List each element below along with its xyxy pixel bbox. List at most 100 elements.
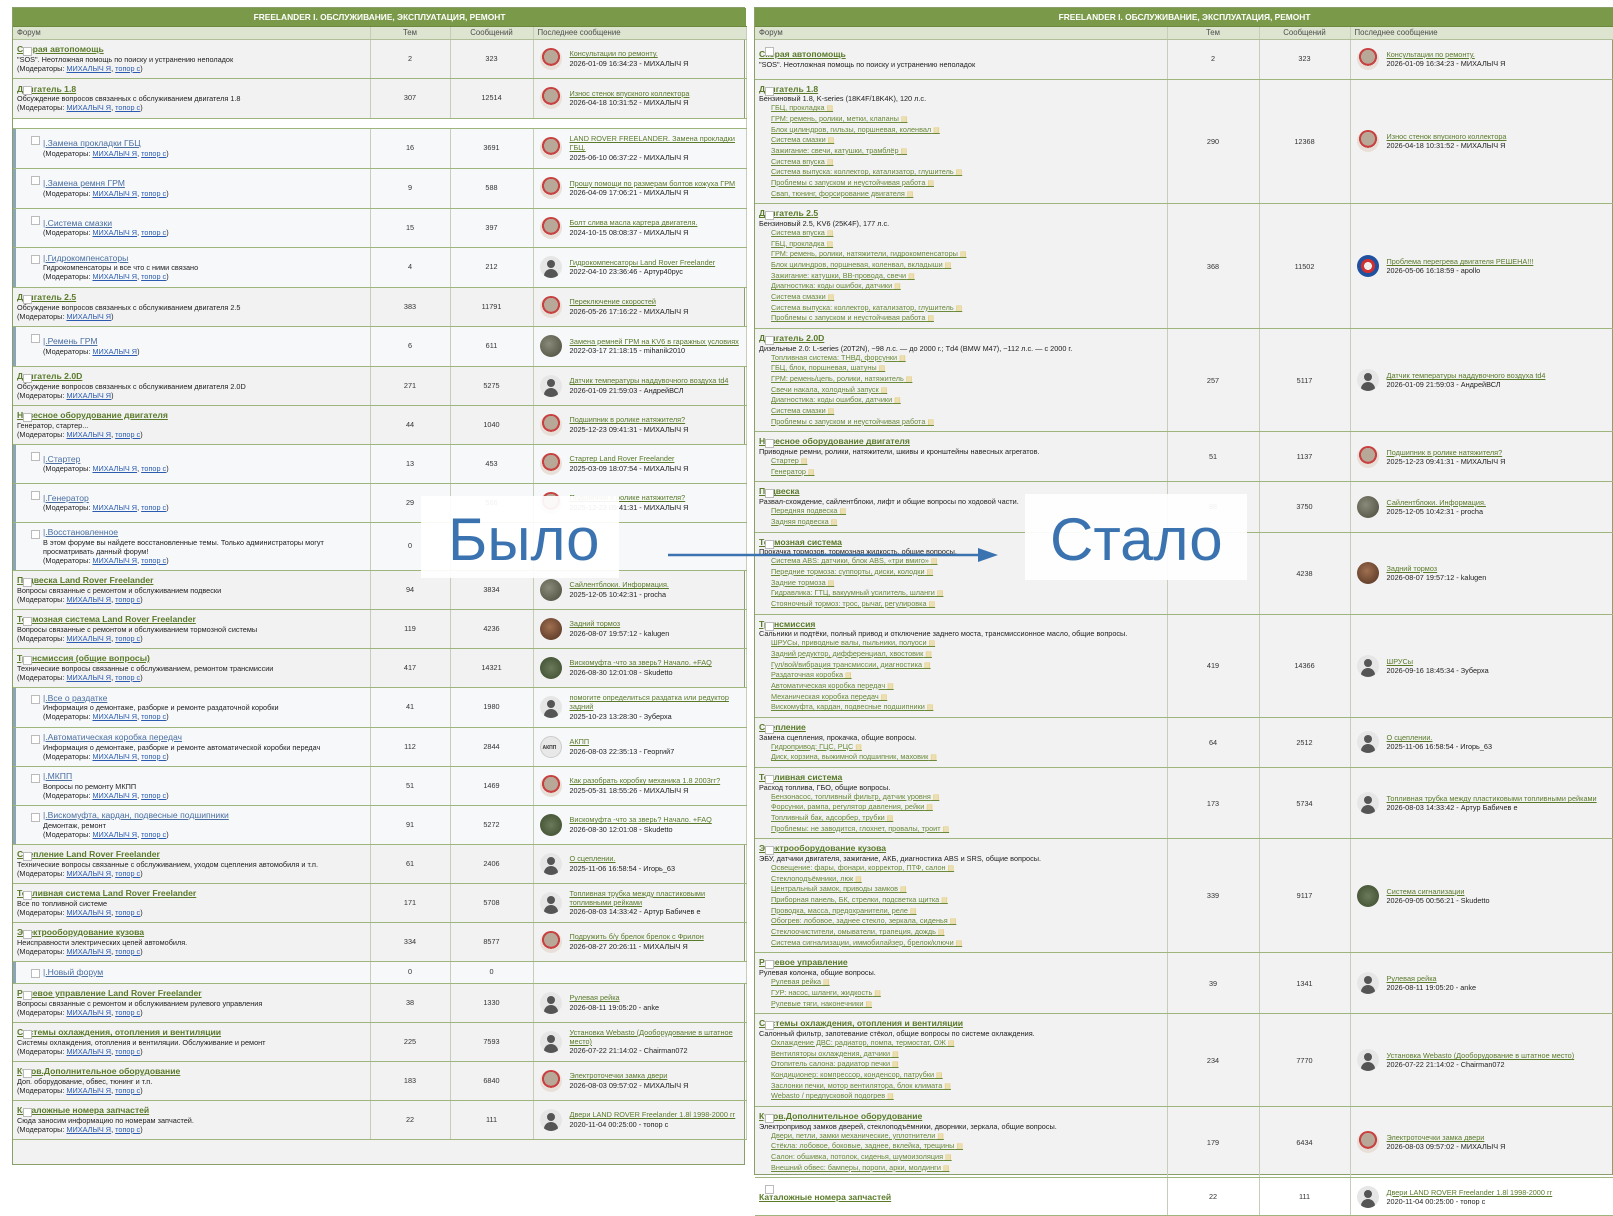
subforum-link[interactable]: Зажигание: катушки, ВВ-провода, свечи xyxy=(759,271,1163,282)
last-post-link[interactable]: Консультации по ремонту. xyxy=(1387,50,1611,59)
avatar[interactable] xyxy=(539,1069,562,1092)
subforum-link[interactable]: ШРУСы, приводные валы, пыльники, полуоси xyxy=(759,638,1163,649)
avatar[interactable] xyxy=(539,813,562,836)
subforum-link[interactable]: Система впуска xyxy=(759,157,1163,168)
subforum-link[interactable]: Блок цилиндров, гильзы, поршневая, колен… xyxy=(759,125,1163,136)
forum-checkbox[interactable] xyxy=(23,1068,32,1078)
forum-title-link[interactable]: |.Все о раздатке xyxy=(43,693,107,703)
avatar[interactable] xyxy=(539,177,562,199)
last-post-link[interactable]: Датчик температуры наддувочного воздуха … xyxy=(1387,371,1611,380)
moderator-link[interactable]: топор с xyxy=(141,830,166,839)
moderator-link[interactable]: МИХАЛЫЧ Я xyxy=(66,1008,111,1017)
last-post-link[interactable]: Сайлентблоки. Информация. xyxy=(570,580,743,589)
subforum-link[interactable]: ГРМ: ремень/цепь, ролики, натяжитель xyxy=(759,374,1163,385)
forum-checkbox[interactable] xyxy=(23,294,32,304)
moderator-link[interactable]: топор с xyxy=(115,595,140,604)
subforum-link[interactable]: Стёкла: лобовое, боковые, заднее, вклейк… xyxy=(759,1141,1163,1152)
subforum-link[interactable]: Гул/вой/вибрация трансмиссии, диагностик… xyxy=(759,660,1163,671)
forum-title-link[interactable]: Сцепление Land Rover Freelander xyxy=(17,849,160,859)
moderator-link[interactable]: МИХАЛЫЧ Я xyxy=(66,869,111,878)
forum-checkbox[interactable] xyxy=(23,890,32,900)
moderator-link[interactable]: МИХАЛЫЧ Я xyxy=(92,272,137,281)
subforum-link[interactable]: Рулевые тяги, наконечники xyxy=(759,999,1163,1010)
avatar[interactable] xyxy=(1356,972,1379,995)
avatar[interactable] xyxy=(539,578,562,601)
moderator-link[interactable]: МИХАЛЫЧ Я xyxy=(66,391,111,400)
subforum-link[interactable]: Проблемы с запуском и неустойчивая работ… xyxy=(759,313,1163,324)
forum-checkbox[interactable] xyxy=(31,254,40,264)
subforum-link[interactable]: Двери, петли, замки механические, уплотн… xyxy=(759,1131,1163,1142)
subforum-link[interactable]: Свечи накала, холодный запуск xyxy=(759,385,1163,396)
avatar[interactable] xyxy=(1356,130,1379,153)
forum-title-link[interactable]: Системы охлаждения, отопления и вентиляц… xyxy=(759,1018,963,1028)
subforum-link[interactable]: Проблемы: не заводится, глохнет, провалы… xyxy=(759,824,1163,835)
moderator-link[interactable]: МИХАЛЫЧ Я xyxy=(66,312,111,321)
forum-title-link[interactable]: |.Ремень ГРМ xyxy=(43,336,98,346)
moderator-link[interactable]: МИХАЛЫЧ Я xyxy=(92,791,137,800)
moderator-link[interactable]: топор с xyxy=(115,869,140,878)
moderator-link[interactable]: топор с xyxy=(115,1086,140,1095)
moderator-link[interactable]: топор с xyxy=(141,503,166,512)
subforum-link[interactable]: Стеклоочистители, омыватели, трапеция, д… xyxy=(759,927,1163,938)
avatar[interactable] xyxy=(539,335,562,357)
subforum-link[interactable]: Автоматическая коробка передач xyxy=(759,681,1163,692)
subforum-link[interactable]: ГУР: насос, шланги, жидкость xyxy=(759,988,1163,999)
avatar[interactable] xyxy=(539,852,562,875)
forum-checkbox[interactable] xyxy=(23,1107,32,1117)
moderator-link[interactable]: топор с xyxy=(141,189,166,198)
last-post-link[interactable]: Вискомуфта -что за зверь? Начало. +FAQ xyxy=(570,815,743,824)
avatar[interactable] xyxy=(1356,562,1379,585)
last-post-link[interactable]: Прошу помощи по размерам болтов кожуха Г… xyxy=(570,179,743,188)
moderator-link[interactable]: топор с xyxy=(141,272,166,281)
last-post-link[interactable]: Подшипник в ролике натяжителя? xyxy=(1387,448,1611,457)
subforum-link[interactable]: Отопитель салона: радиатор печки xyxy=(759,1059,1163,1070)
subforum-link[interactable]: Освещение: фары, фонари, корректор, ПТФ,… xyxy=(759,863,1163,874)
forum-checkbox[interactable] xyxy=(31,215,40,225)
last-post-link[interactable]: Консультации по ремонту. xyxy=(570,49,743,58)
forum-title-link[interactable]: Топливная система Land Rover Freelander xyxy=(17,888,196,898)
avatar[interactable] xyxy=(1356,255,1379,278)
moderator-link[interactable]: топор с xyxy=(141,712,166,721)
avatar[interactable] xyxy=(1356,369,1379,392)
forum-title-link[interactable]: Рулевое управление Land Rover Freelander xyxy=(17,988,202,998)
last-post-link[interactable]: помогите определиться раздатка или редук… xyxy=(570,693,743,711)
moderator-link[interactable]: МИХАЛЫЧ Я xyxy=(92,712,137,721)
last-post-link[interactable]: Двери LAND ROVER Freelander 1.8l 1998-20… xyxy=(1387,1188,1611,1197)
subforum-link[interactable]: Проблемы с запуском и неустойчивая работ… xyxy=(759,178,1163,189)
forum-checkbox[interactable] xyxy=(765,211,774,221)
last-post-link[interactable]: Болт слива масла картера двигателя. xyxy=(570,218,743,227)
last-post-link[interactable]: Износ стенок впускного коллектора xyxy=(1387,132,1611,141)
subforum-link[interactable]: Гидропривод: ГЦС, РЦС xyxy=(759,742,1163,753)
moderator-link[interactable]: МИХАЛЫЧ Я xyxy=(92,503,137,512)
avatar[interactable] xyxy=(1356,884,1379,907)
avatar[interactable] xyxy=(539,735,562,758)
last-post-link[interactable]: Износ стенок впускного коллектора xyxy=(570,89,743,98)
avatar[interactable] xyxy=(539,256,562,278)
moderator-link[interactable]: топор с xyxy=(115,103,140,112)
forum-title-link[interactable]: Каталожные номера запчастей xyxy=(759,1192,891,1202)
avatar[interactable] xyxy=(539,696,562,718)
last-post-link[interactable]: Двери LAND ROVER Freelander 1.8l 1998-20… xyxy=(570,1110,743,1119)
forum-title-link[interactable]: Трансмиссия (общие вопросы) xyxy=(17,653,150,663)
last-post-link[interactable]: Рулевая рейка xyxy=(570,993,743,1002)
forum-checkbox[interactable] xyxy=(31,968,40,978)
forum-checkbox[interactable] xyxy=(765,1113,774,1123)
forum-checkbox[interactable] xyxy=(31,451,40,461)
moderator-link[interactable]: топор с xyxy=(115,908,140,917)
last-post-link[interactable]: О сцеплении. xyxy=(1387,733,1611,742)
moderator-link[interactable]: МИХАЛЫЧ Я xyxy=(92,752,137,761)
forum-checkbox[interactable] xyxy=(23,1029,32,1039)
subforum-link[interactable]: Охлаждение ДВС: радиатор, помпа, термост… xyxy=(759,1038,1163,1049)
forum-checkbox[interactable] xyxy=(31,175,40,185)
last-post-link[interactable]: Подшипник в ролике натяжителя? xyxy=(570,415,743,424)
subforum-link[interactable]: Вентиляторы охлаждения, датчики xyxy=(759,1049,1163,1060)
forum-checkbox[interactable] xyxy=(23,85,32,95)
subforum-link[interactable]: Стояночный тормоз: трос, рычаг, регулиро… xyxy=(759,599,1163,610)
last-post-link[interactable]: Задний тормоз xyxy=(570,619,743,628)
forum-checkbox[interactable] xyxy=(31,773,40,783)
moderator-link[interactable]: МИХАЛЫЧ Я xyxy=(66,673,111,682)
subforum-link[interactable]: Webasto / предпусковой подогрев xyxy=(759,1091,1163,1102)
moderator-link[interactable]: топор с xyxy=(115,634,140,643)
subforum-link[interactable]: Система смазки xyxy=(759,406,1163,417)
forum-checkbox[interactable] xyxy=(31,529,40,539)
